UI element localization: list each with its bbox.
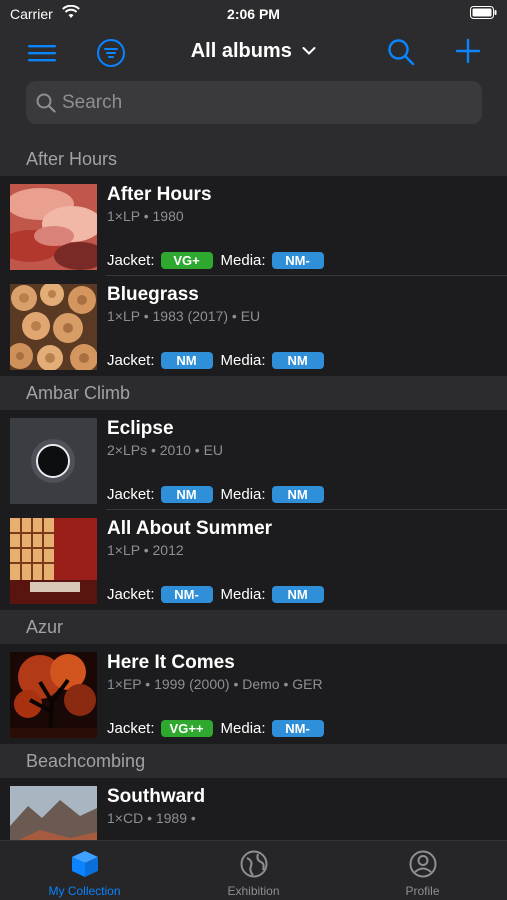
media-label: Media:: [220, 720, 266, 737]
album-art-mountain: [10, 786, 97, 840]
album-list: After Hours After Hours 1×LP • 1980 Jack…: [0, 142, 507, 840]
tab-profile[interactable]: Profile: [338, 841, 507, 900]
box-icon: [0, 849, 169, 884]
jacket-grade-badge: VG++: [160, 720, 213, 737]
section-header: Beachcombing: [0, 744, 507, 778]
status-bar: Carrier 2:06 PM: [0, 0, 507, 28]
section-header: After Hours: [0, 142, 507, 176]
globe-icon: [169, 849, 338, 884]
section-header: Azur: [0, 610, 507, 644]
media-grade-badge: NM: [271, 352, 324, 369]
jacket-label: Jacket:: [107, 720, 155, 737]
album-row[interactable]: Southward 1×CD • 1989 •: [0, 778, 507, 840]
album-title: All About Summer: [107, 518, 273, 539]
album-title: Here It Comes: [107, 652, 235, 673]
album-title: Southward: [107, 786, 206, 807]
jacket-label: Jacket:: [107, 352, 155, 369]
search-field[interactable]: [26, 81, 482, 124]
jacket-grade-badge: NM: [160, 352, 213, 369]
album-art-eclipse: [10, 418, 97, 504]
media-grade-badge: NM: [271, 586, 324, 603]
album-title: Bluegrass: [107, 284, 199, 305]
tab-my-collection[interactable]: My Collection: [0, 841, 169, 900]
album-title: After Hours: [107, 184, 212, 205]
album-meta: 1×LP • 1980: [107, 208, 184, 224]
section-header: Ambar Climb: [0, 376, 507, 410]
grading-row: Jacket: VG++ Media: NM-: [107, 720, 332, 737]
jacket-grade-badge: VG+: [160, 252, 213, 269]
search-input[interactable]: [62, 81, 462, 124]
album-meta: 1×EP • 1999 (2000) • Demo • GER: [107, 676, 323, 692]
album-scope-selector[interactable]: All albums: [0, 40, 507, 63]
media-label: Media:: [220, 352, 266, 369]
album-row[interactable]: After Hours 1×LP • 1980 Jacket: VG+ Medi…: [0, 176, 507, 276]
tab-exhibition[interactable]: Exhibition: [169, 841, 338, 900]
grading-row: Jacket: VG+ Media: NM-: [107, 252, 332, 269]
media-label: Media:: [220, 252, 266, 269]
media-grade-badge: NM: [271, 486, 324, 503]
jacket-label: Jacket:: [107, 486, 155, 503]
album-meta: 1×LP • 1983 (2017) • EU: [107, 308, 261, 324]
album-art-room: [10, 518, 97, 604]
search-glass-icon: [36, 93, 56, 118]
jacket-label: Jacket:: [107, 252, 155, 269]
album-art-clouds: [10, 184, 97, 270]
grading-row: Jacket: NM- Media: NM: [107, 586, 332, 603]
album-art-tree: [10, 652, 97, 738]
tab-label: Exhibition: [227, 884, 280, 898]
media-grade-badge: NM-: [271, 252, 324, 269]
album-row[interactable]: All About Summer 1×LP • 2012 Jacket: NM-…: [0, 510, 507, 610]
media-label: Media:: [220, 486, 266, 503]
album-row[interactable]: Here It Comes 1×EP • 1999 (2000) • Demo …: [0, 644, 507, 744]
tab-label: My Collection: [48, 884, 121, 898]
grading-row: Jacket: NM Media: NM: [107, 352, 332, 369]
album-meta: 2×LPs • 2010 • EU: [107, 442, 224, 458]
grading-row: Jacket: NM Media: NM: [107, 486, 332, 503]
album-art-logs: [10, 284, 97, 370]
status-time: 2:06 PM: [227, 6, 280, 22]
album-meta: 1×LP • 2012: [107, 542, 184, 558]
page-title[interactable]: All albums: [191, 40, 292, 63]
nav-bar: All albums: [0, 28, 507, 142]
album-row[interactable]: Bluegrass 1×LP • 1983 (2017) • EU Jacket…: [0, 276, 507, 376]
add-icon[interactable]: [455, 38, 481, 69]
jacket-grade-badge: NM: [160, 486, 213, 503]
jacket-label: Jacket:: [107, 586, 155, 603]
tab-label: Profile: [405, 884, 440, 898]
album-title: Eclipse: [107, 418, 174, 439]
tab-bar: My Collection Exhibition Profile: [0, 840, 507, 900]
search-icon[interactable]: [387, 38, 415, 71]
album-meta: 1×CD • 1989 •: [107, 810, 196, 826]
media-grade-badge: NM-: [271, 720, 324, 737]
battery-icon: [470, 6, 497, 24]
person-icon: [338, 849, 507, 884]
media-label: Media:: [220, 586, 266, 603]
jacket-grade-badge: NM-: [160, 586, 213, 603]
chevron-down-icon[interactable]: [302, 43, 316, 61]
album-row[interactable]: Eclipse 2×LPs • 2010 • EU Jacket: NM Med…: [0, 410, 507, 510]
